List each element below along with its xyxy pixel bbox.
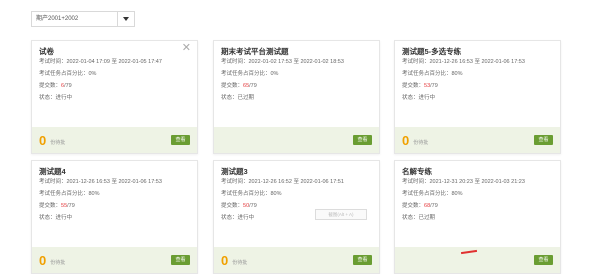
card-footer: 查看 xyxy=(214,127,379,153)
exam-time: 考试时间：2021-12-31 20:23 至 2022-01-03 21:23 xyxy=(402,179,525,185)
card-footer: 0 份待批 查看 xyxy=(395,127,560,153)
screenshot-tooltip: 截图(Alt + A) xyxy=(315,209,367,220)
exam-card: 测试题5-多选专练 考试时间：2021-12-26 16:53 至 2022-0… xyxy=(394,40,561,154)
pending-unit: 份待批 xyxy=(413,140,429,146)
card-footer: 0 份待批 查看 xyxy=(32,247,197,273)
pending-unit: 份待批 xyxy=(232,260,248,266)
submit-total: /79 xyxy=(430,203,438,209)
pending-count: 0 xyxy=(39,252,47,268)
semester-select[interactable]: 期产2001+2002 xyxy=(31,11,135,27)
view-button[interactable]: 查看 xyxy=(534,135,553,145)
exam-status: 状态：进行中 xyxy=(39,215,73,221)
exam-title: 测试题3 xyxy=(221,167,248,176)
submit-total: /79 xyxy=(430,83,438,89)
semester-select-toggle[interactable] xyxy=(117,11,135,27)
card-footer: 查看 xyxy=(395,247,560,273)
exam-ratio: 考试任务占百分比：0% xyxy=(221,71,279,77)
exam-submit: 提交数：55/79 xyxy=(39,203,197,210)
exam-card: 名解专练 考试时间：2021-12-31 20:23 至 2022-01-03 … xyxy=(394,160,561,274)
submit-total: /79 xyxy=(64,83,72,89)
view-button[interactable]: 查看 xyxy=(353,255,372,265)
exam-title: 名解专练 xyxy=(402,167,432,176)
view-button[interactable]: 查看 xyxy=(353,135,372,145)
exam-time: 考试时间：2022-01-04 17:09 至 2022-01-05 17:47 xyxy=(39,59,162,65)
exam-title: 试卷 xyxy=(39,47,54,56)
exam-card: 期末考试平台测试题 考试时间：2022-01-02 17:53 至 2022-0… xyxy=(213,40,380,154)
submit-label: 提交数： xyxy=(402,83,425,89)
exam-time: 考试时间：2021-12-26 16:53 至 2022-01-06 17:53 xyxy=(39,179,162,185)
exam-status: 状态：进行中 xyxy=(39,95,73,101)
submit-label: 提交数： xyxy=(221,83,244,89)
exam-status: 状态：已过期 xyxy=(221,95,255,101)
card-footer: 0 份待批 查看 xyxy=(214,247,379,273)
exam-status: 状态：已过期 xyxy=(402,215,436,221)
exam-submit: 提交数：53/79 xyxy=(402,83,560,90)
exam-card: 测试题4 考试时间：2021-12-26 16:53 至 2022-01-06 … xyxy=(31,160,198,274)
pending-unit: 份待批 xyxy=(50,140,66,146)
exam-title: 期末考试平台测试题 xyxy=(221,47,289,56)
submit-total: /79 xyxy=(249,83,257,89)
triangle-down-icon xyxy=(123,17,129,21)
exam-submit: 提交数：6/79 xyxy=(39,83,197,90)
exam-ratio: 考试任务占百分比：80% xyxy=(39,191,100,197)
exam-time: 考试时间：2021-12-26 16:53 至 2022-01-06 17:53 xyxy=(402,59,525,65)
submit-label: 提交数： xyxy=(221,203,244,209)
view-button[interactable]: 查看 xyxy=(171,135,190,145)
exam-title: 测试题5-多选专练 xyxy=(402,47,462,56)
exam-ratio: 考试任务占百分比：0% xyxy=(39,71,97,77)
card-footer: 0 份待批 查看 xyxy=(32,127,197,153)
submit-label: 提交数： xyxy=(39,83,62,89)
pending-count: 0 xyxy=(402,132,410,148)
exam-time: 考试时间：2022-01-02 17:53 至 2022-01-02 18:53 xyxy=(221,59,344,65)
submit-total: /79 xyxy=(67,203,75,209)
submit-total: /79 xyxy=(249,203,257,209)
close-icon[interactable]: ✕ xyxy=(182,43,191,54)
exam-submit: 提交数：68/79 xyxy=(402,203,560,210)
submit-label: 提交数： xyxy=(39,203,62,209)
submit-label: 提交数： xyxy=(402,203,425,209)
exam-time: 考试时间：2021-12-26 16:52 至 2022-01-06 17:51 xyxy=(221,179,344,185)
exam-ratio: 考试任务占百分比：80% xyxy=(402,71,463,77)
view-button[interactable]: 查看 xyxy=(534,255,553,265)
exam-ratio: 考试任务占百分比：80% xyxy=(402,191,463,197)
pending-count: 0 xyxy=(221,252,229,268)
exam-status: 状态：进行中 xyxy=(402,95,436,101)
exam-submit: 提交数：65/79 xyxy=(221,83,379,90)
exam-title: 测试题4 xyxy=(39,167,66,176)
view-button[interactable]: 查看 xyxy=(171,255,190,265)
semester-select-value[interactable]: 期产2001+2002 xyxy=(31,11,117,27)
pending-count: 0 xyxy=(39,132,47,148)
exam-ratio: 考试任务占百分比：80% xyxy=(221,191,282,197)
pending-unit: 份待批 xyxy=(50,260,66,266)
exam-card: ✕ 试卷 考试时间：2022-01-04 17:09 至 2022-01-05 … xyxy=(31,40,198,154)
